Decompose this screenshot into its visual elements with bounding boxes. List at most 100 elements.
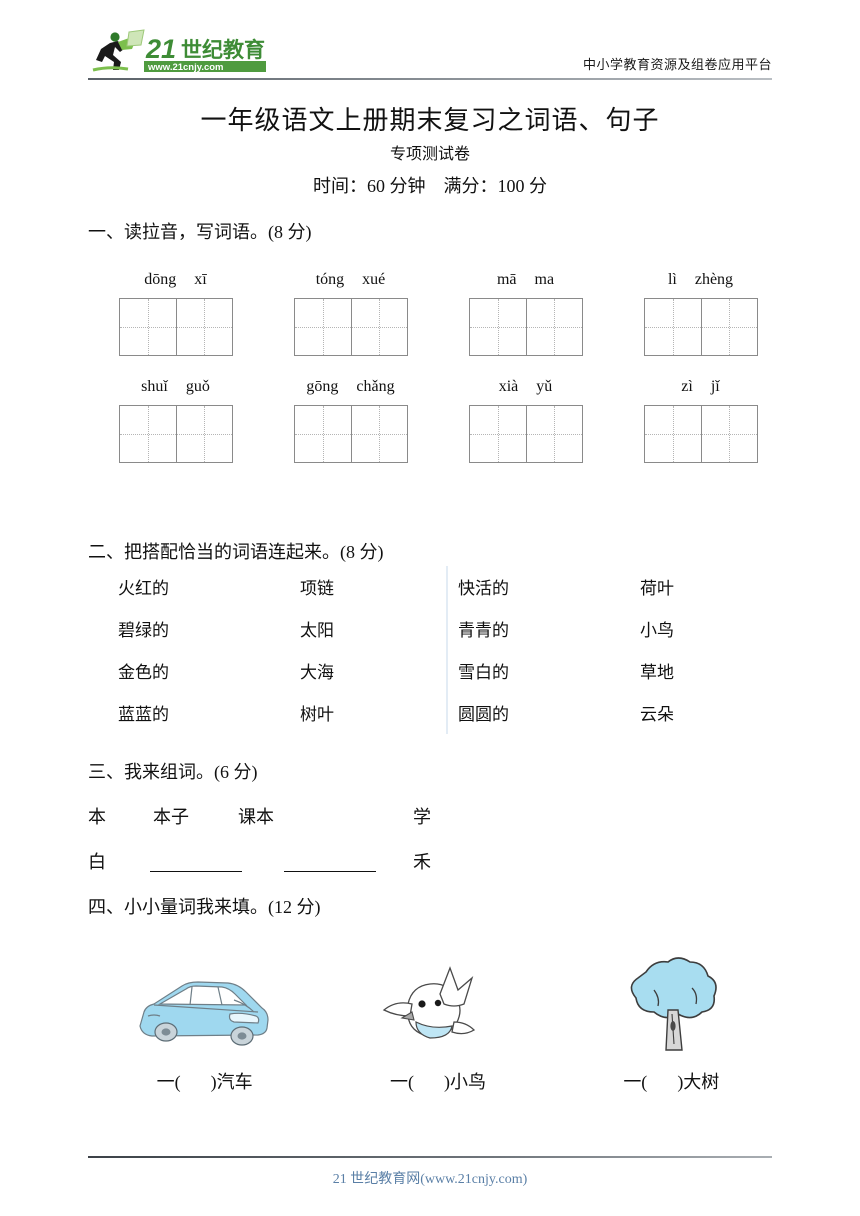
site-logo: 21 世纪教育 www.21cnjy.com [88,28,298,74]
matching-term-left[interactable]: 青青的 [458,610,509,652]
writing-grid-slot[interactable] [88,298,263,356]
matching-term-left[interactable]: 火红的 [118,568,169,610]
matching-term-right[interactable]: 大海 [300,652,334,694]
grid-cell[interactable] [119,299,176,355]
bird-eye [418,1000,426,1008]
tianzige-grid[interactable] [643,298,758,356]
matching-row[interactable]: 青青的 小鸟 [458,610,758,652]
blank-underline[interactable] [284,851,376,872]
logo-number: 21 [145,34,176,64]
matching-term-right[interactable]: 荷叶 [640,568,674,610]
pinyin-group: xià yǔ [438,375,613,399]
matching-term-left[interactable]: 碧绿的 [118,610,169,652]
measure-word-blank-tree[interactable]: 一()大树 [555,1068,788,1094]
matching-term-left[interactable]: 圆圆的 [458,694,509,736]
compose-answer-blank[interactable] [284,845,376,879]
matching-term-left[interactable]: 金色的 [118,652,169,694]
grid-cell[interactable] [525,299,582,355]
pinyin-syllable: gōng [306,378,339,395]
matching-row[interactable]: 火红的 项链 [118,568,418,610]
label-suffix: )汽车 [210,1072,253,1092]
writing-grid-slot[interactable] [438,298,613,356]
writing-grid-row-1 [88,298,788,356]
section-3-heading: 三、我来组词。(6 分) [88,762,258,782]
grid-cell[interactable] [525,406,582,462]
grid-cell[interactable] [700,406,757,462]
matching-row[interactable]: 碧绿的 太阳 [118,610,418,652]
tianzige-grid[interactable] [118,405,233,463]
pinyin-syllable: ma [534,271,555,288]
tianzige-grid[interactable] [468,405,583,463]
compose-answer-blank[interactable] [150,845,242,879]
measure-word-blank-car[interactable]: 一( )汽车 [88,1068,321,1094]
tianzige-grid[interactable] [643,405,758,463]
pinyin-group: tóng xué [263,268,438,292]
writing-grid-slot[interactable] [88,405,263,463]
tianzige-grid[interactable] [118,298,233,356]
writing-grid-slot[interactable] [613,298,788,356]
label-prefix: 一( [389,1072,414,1092]
matching-row[interactable]: 雪白的 草地 [458,652,758,694]
matching-row[interactable]: 圆圆的 云朵 [458,694,758,736]
pinyin-group: dōng xī [88,268,263,292]
grid-cell[interactable] [350,299,407,355]
grid-cell[interactable] [294,299,351,355]
matching-term-left[interactable]: 雪白的 [458,652,509,694]
writing-grid-slot[interactable] [438,405,613,463]
matching-row[interactable]: 金色的 大海 [118,652,418,694]
grid-cell[interactable] [469,406,526,462]
writing-grid-slot[interactable] [263,298,438,356]
writing-grid-slot[interactable] [613,405,788,463]
grid-cell[interactable] [294,406,351,462]
pinyin-syllable: guǒ [185,378,210,395]
grid-cell[interactable] [644,406,701,462]
grid-cell[interactable] [644,299,701,355]
label-prefix: 一( [623,1072,648,1092]
bird-eye [434,999,442,1007]
matching-term-right[interactable]: 云朵 [640,694,674,736]
matching-row[interactable]: 快活的 荷叶 [458,568,758,610]
grid-cell[interactable] [700,299,757,355]
grid-cell[interactable] [350,406,407,462]
logo-url: www.21cnjy.com [147,62,224,73]
matching-term-right[interactable]: 项链 [300,568,334,610]
pinyin-syllable: xià [498,378,519,395]
matching-exercise: 火红的 项链 碧绿的 太阳 金色的 大海 蓝蓝的 树叶 快活的 荷叶 青青的 小… [88,566,788,738]
matching-term-left[interactable]: 快活的 [458,568,509,610]
compose-example-word: 本子 [153,807,189,827]
blank-underline[interactable] [150,851,242,872]
footer-divider [88,1156,772,1158]
writing-grid-slot[interactable] [263,405,438,463]
compose-base-char: 学 [413,807,431,827]
grid-cell[interactable] [175,406,232,462]
tree-illustration [631,957,718,1051]
matching-term-right[interactable]: 太阳 [300,610,334,652]
measure-word-blank-bird[interactable]: 一( )小鸟 [321,1068,554,1094]
page-subtitle: 专项测试卷 [389,146,470,163]
label-prefix: 一( [156,1072,181,1092]
header-tagline: 中小学教育资源及组卷应用平台 [582,57,772,72]
pinyin-syllable: yǔ [536,378,553,395]
compose-base-char: 白 [88,852,106,872]
matching-term-right[interactable]: 草地 [640,652,674,694]
page-header: 21 世纪教育 www.21cnjy.com 中小学教育资源及组卷应用平台 [88,28,772,84]
picture-slot-bird [321,930,554,1060]
matching-term-right[interactable]: 树叶 [300,694,334,736]
tianzige-grid[interactable] [293,298,408,356]
label-suffix: )小鸟 [443,1072,486,1092]
matching-term-right[interactable]: 小鸟 [640,610,674,652]
section-4-heading: 四、小小量词我来填。(12 分) [88,897,321,917]
tianzige-grid[interactable] [468,298,583,356]
logo-cn: 世纪教育 [181,38,265,62]
grid-cell[interactable] [175,299,232,355]
matching-row[interactable]: 蓝蓝的 树叶 [118,694,418,736]
grid-cell[interactable] [119,406,176,462]
pinyin-row-1: dōng xī tóng xué mā ma lì zhèng [88,268,788,292]
matching-term-left[interactable]: 蓝蓝的 [118,694,169,736]
pinyin-syllable: xī [194,271,207,288]
pinyin-syllable: xué [362,271,386,288]
matching-column-left: 火红的 项链 碧绿的 太阳 金色的 大海 蓝蓝的 树叶 [118,566,448,738]
grid-cell[interactable] [469,299,526,355]
pinyin-syllable: zì [681,378,693,395]
tianzige-grid[interactable] [293,405,408,463]
